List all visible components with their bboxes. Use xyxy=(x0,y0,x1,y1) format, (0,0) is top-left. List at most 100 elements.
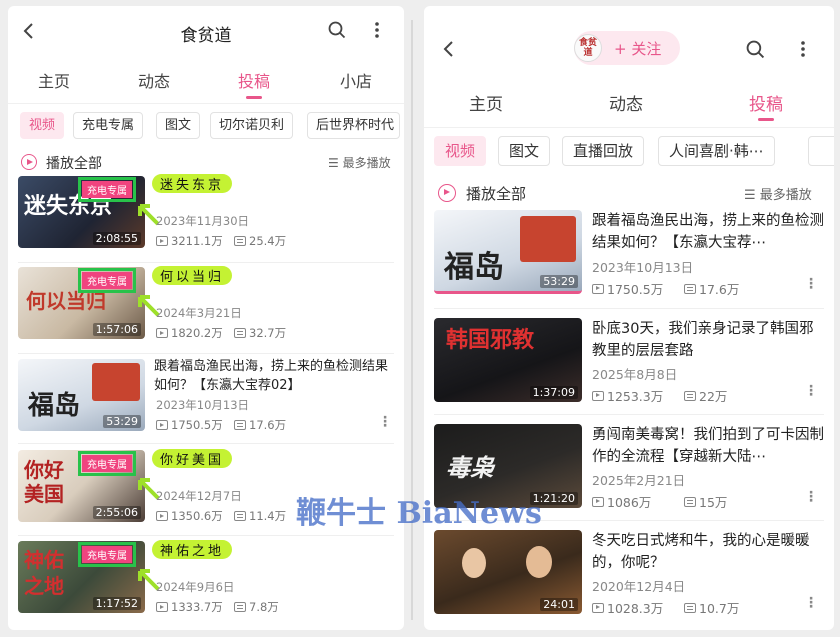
search-icon[interactable] xyxy=(746,40,765,63)
sort-button[interactable]: ☰ 最多播放 xyxy=(744,184,812,203)
danmaku-icon xyxy=(234,511,246,521)
publish-date: 2025年8月8日 xyxy=(592,367,678,382)
sort-label: 最多播放 xyxy=(342,156,391,170)
duration-label: 2:55:06 xyxy=(92,506,141,519)
view-count: 1086万 xyxy=(592,492,651,511)
search-icon[interactable] xyxy=(328,21,346,43)
play-all-button[interactable]: 播放全部 xyxy=(46,153,102,173)
video-thumbnail[interactable]: 福岛 53:29 xyxy=(18,359,145,431)
danmaku-count: 15万 xyxy=(684,492,727,511)
danmaku-count: 7.8万 xyxy=(234,599,279,615)
tab-posts[interactable]: 投稿 xyxy=(749,90,783,115)
chip-chernobyl[interactable]: 切尔诺贝利 xyxy=(210,112,294,139)
more-options-icon[interactable]: ⋮ xyxy=(804,383,818,399)
publish-date: 2023年10月13日 xyxy=(592,260,694,275)
sort-icon: ☰ xyxy=(744,188,760,203)
danmaku-count: 17.6万 xyxy=(234,417,286,433)
tab-home[interactable]: 主页 xyxy=(38,68,70,92)
video-title[interactable]: 卧底30天，我们亲身记录了韩国邪教里的层层套路 xyxy=(592,318,824,362)
view-count-label: 1820.2万 xyxy=(171,326,223,340)
play-all-icon[interactable] xyxy=(21,154,37,170)
title-highlight[interactable]: 何以当归 xyxy=(152,266,233,285)
chip-human-comedy[interactable]: 人间喜剧·韩⋯ xyxy=(658,136,775,166)
chip-overflow[interactable] xyxy=(808,136,834,166)
chip-image-text[interactable]: 图文 xyxy=(498,136,551,166)
title-highlight[interactable]: 迷失东京 xyxy=(152,174,233,193)
more-options-icon[interactable]: ⋮ xyxy=(378,414,392,430)
more-options-icon[interactable]: ⋮ xyxy=(804,595,818,611)
title-highlight[interactable]: 你好美国 xyxy=(152,449,233,468)
view-count: 1253.3万 xyxy=(592,386,663,405)
tab-dynamic[interactable]: 动态 xyxy=(609,90,643,115)
publish-date: 2023年10月13日 xyxy=(156,398,250,412)
title-highlight[interactable]: 神佑之地 xyxy=(152,540,233,559)
more-options-icon[interactable]: ⋮ xyxy=(804,276,818,292)
badge-label: 充电专属 xyxy=(82,272,132,289)
follow-label: + 关注 xyxy=(614,40,662,58)
more-options-icon[interactable]: ⋮ xyxy=(804,489,818,505)
danmaku-icon xyxy=(234,328,246,338)
danmaku-icon xyxy=(684,496,696,507)
video-title[interactable]: 跟着福岛渔民出海，捞上来的鱼检测结果如何？【东瀛大宝荐⋯ xyxy=(592,210,824,254)
back-icon[interactable] xyxy=(442,40,454,58)
more-icon[interactable] xyxy=(374,20,380,44)
video-thumbnail[interactable]: 福岛 53:29 xyxy=(434,210,582,294)
tab-home[interactable]: 主页 xyxy=(469,90,503,115)
danmaku-count-label: 32.7万 xyxy=(249,326,287,340)
chip-charge[interactable]: 充电专属 xyxy=(73,112,144,139)
danmaku-count-label: 7.8万 xyxy=(249,600,279,614)
chip-live-replay[interactable]: 直播回放 xyxy=(562,136,645,166)
play-count-icon xyxy=(592,283,604,294)
video-title[interactable]: 冬天吃日式烤和牛，我的心是暖暖的，你呢？ xyxy=(592,530,824,574)
danmaku-count-label: 17.6万 xyxy=(699,282,740,297)
chip-image-text[interactable]: 图文 xyxy=(156,112,201,139)
danmaku-count-label: 15万 xyxy=(699,495,728,510)
view-count-label: 1333.7万 xyxy=(171,600,223,614)
video-title[interactable]: 跟着福岛渔民出海，捞上来的鱼检测结果如何？【东瀛大宝荐02】 xyxy=(154,357,394,395)
chip-video[interactable]: 视频 xyxy=(20,112,65,139)
tab-dynamic[interactable]: 动态 xyxy=(138,68,170,92)
publish-date: 2024年3月21日 xyxy=(156,306,242,320)
more-icon[interactable] xyxy=(800,39,806,63)
avatar[interactable]: 食贫道 xyxy=(574,34,602,62)
video-title[interactable]: 勇闯南美毒窝！我们拍到了可卡因制作的全流程【穿越新大陆⋯ xyxy=(592,424,824,468)
tab-underline xyxy=(246,96,262,99)
duration-label: 1:17:52 xyxy=(92,597,141,610)
sort-icon: ☰ xyxy=(328,156,343,170)
danmaku-icon xyxy=(684,390,696,401)
danmaku-count: 22万 xyxy=(684,386,727,405)
top-bar: 食贫道 + 关注 xyxy=(424,6,834,86)
person-image xyxy=(462,548,486,578)
view-count: 1028.3万 xyxy=(592,598,663,617)
play-count-icon xyxy=(592,390,604,401)
play-all-button[interactable]: 播放全部 xyxy=(466,183,526,204)
danmaku-count-label: 11.4万 xyxy=(249,509,287,523)
video-thumbnail[interactable]: 24:01 xyxy=(434,530,582,614)
thumbnail-text: 韩国邪教 xyxy=(446,327,535,353)
duration-label: 24:01 xyxy=(540,598,578,611)
chip-post-worldcup[interactable]: 后世界杯时代 xyxy=(307,112,400,139)
divider xyxy=(18,535,394,536)
danmaku-icon xyxy=(234,236,246,246)
danmaku-count-label: 10.7万 xyxy=(699,601,740,616)
video-thumbnail[interactable]: 韩国邪教 1:37:09 xyxy=(434,318,582,402)
divider xyxy=(434,414,824,415)
sort-button[interactable]: ☰ 最多播放 xyxy=(328,154,391,171)
danmaku-count-label: 25.4万 xyxy=(249,234,287,248)
tab-underline xyxy=(758,118,774,121)
danmaku-count-label: 17.6万 xyxy=(249,418,287,432)
play-all-icon[interactable] xyxy=(438,184,456,202)
charge-badge: 充电专属 xyxy=(78,177,136,202)
tab-posts[interactable]: 投稿 xyxy=(238,68,270,92)
divider xyxy=(18,353,394,354)
filter-chips: 视频 充电专属 图文 切尔诺贝利 后世界杯时代 xyxy=(8,106,404,146)
thumbnail-text: 毒枭 xyxy=(446,453,494,482)
duration-label: 1:37:09 xyxy=(529,386,578,399)
charge-badge: 充电专属 xyxy=(78,451,136,476)
divider xyxy=(18,443,394,444)
person-image xyxy=(526,546,552,578)
danmaku-count: 32.7万 xyxy=(234,325,286,341)
chip-video[interactable]: 视频 xyxy=(434,136,487,166)
fish-image xyxy=(92,363,140,401)
tab-shop[interactable]: 小店 xyxy=(340,68,372,92)
